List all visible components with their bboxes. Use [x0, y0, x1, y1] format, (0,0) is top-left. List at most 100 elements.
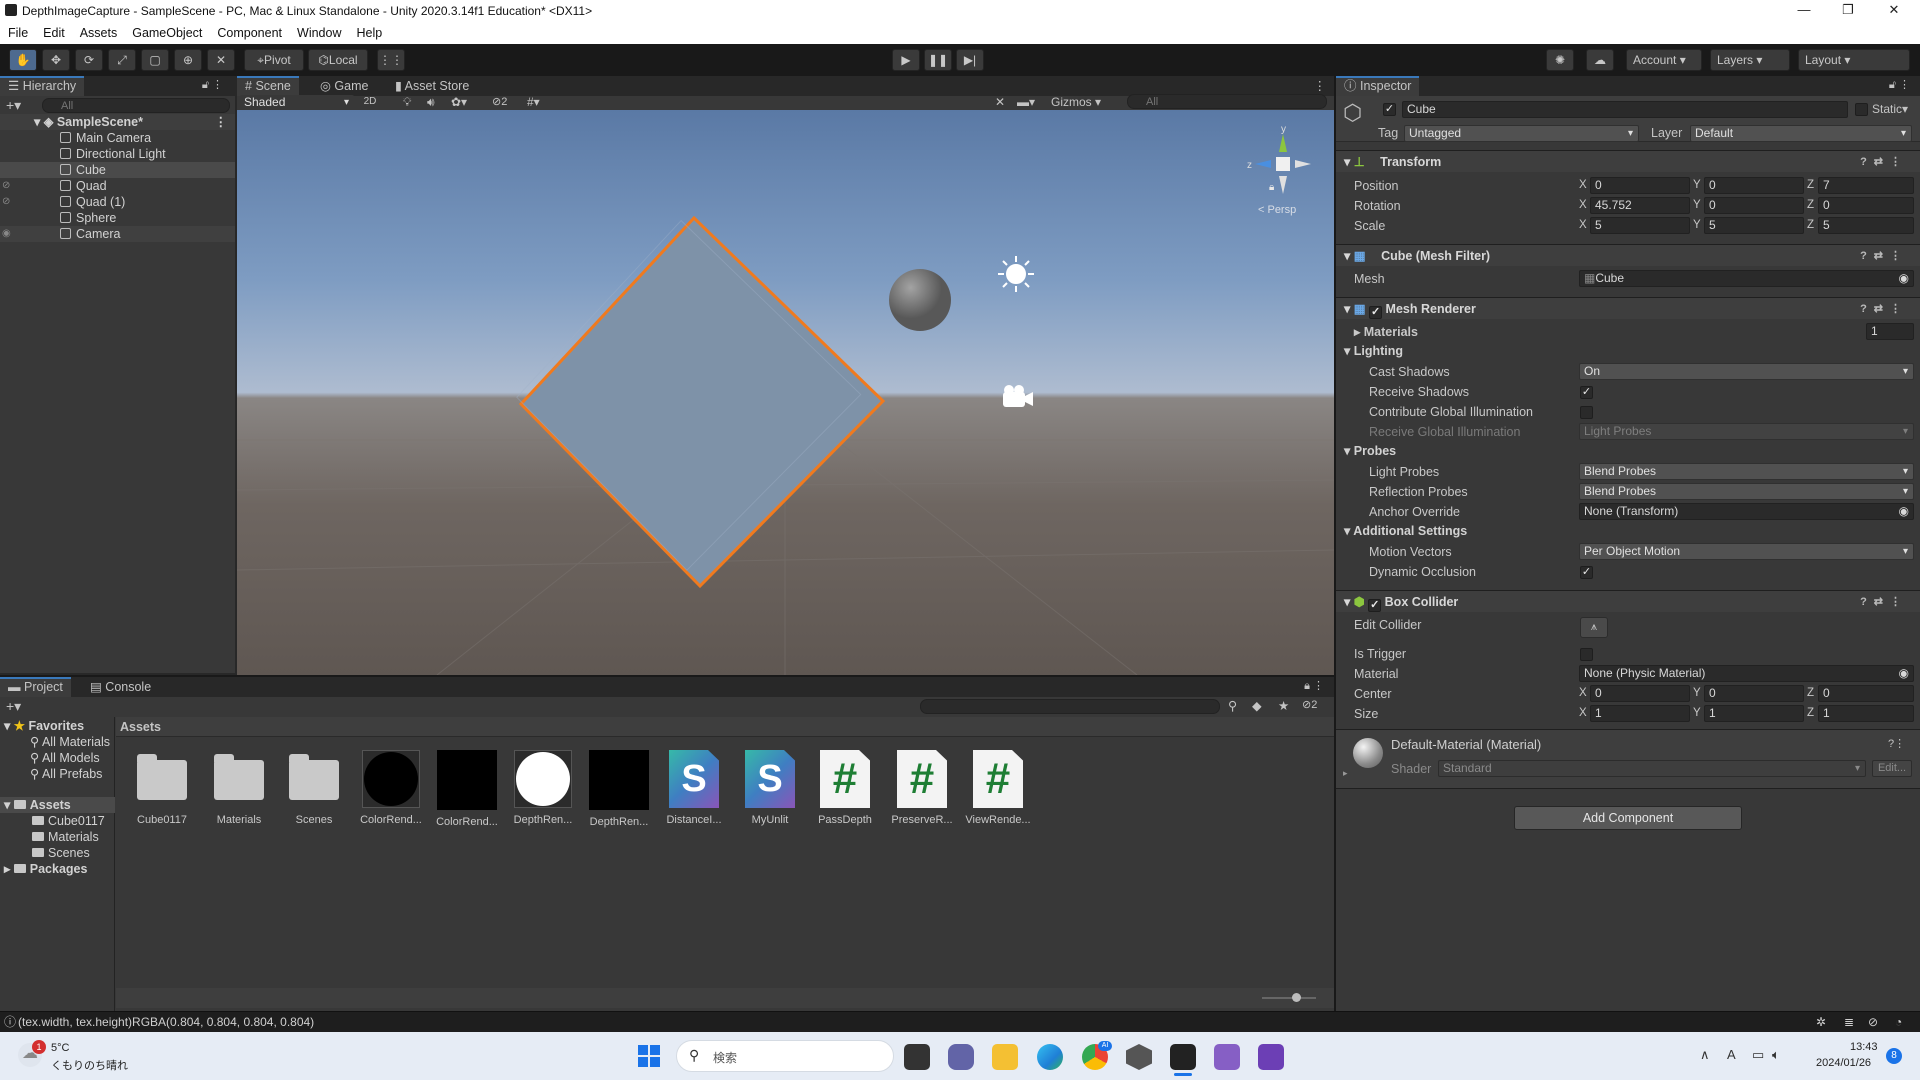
edge-browser-icon[interactable] — [1037, 1044, 1063, 1070]
debug-bug-icon[interactable]: ✲ — [1816, 1012, 1826, 1032]
pivot-toggle[interactable]: ⌖Pivot — [244, 49, 304, 71]
move-tool-icon[interactable]: ✥ — [42, 49, 70, 71]
asset-folder-scenes[interactable]: Scenes — [279, 750, 349, 826]
foldout-arrow-icon[interactable]: ▾ — [1344, 249, 1350, 263]
scene-lock-icon[interactable]: 🔒︎ — [1269, 182, 1274, 193]
asset-viewrende-script[interactable]: # ViewRende... — [963, 750, 1033, 826]
progress-spinner-icon[interactable]: ◔ — [1895, 1012, 1902, 1032]
hand-tool-icon[interactable]: ✋ — [9, 49, 37, 71]
sphere-object[interactable] — [889, 269, 951, 331]
icon-size-slider-thumb[interactable] — [1292, 993, 1301, 1002]
step-button[interactable]: ▶| — [956, 49, 984, 71]
is-trigger-checkbox[interactable] — [1580, 648, 1593, 661]
add-component-button[interactable]: Add Component — [1514, 806, 1742, 830]
inspector-lock-icon[interactable]: 🔓︎ ⋮ — [1889, 78, 1910, 92]
position-y-field[interactable]: 0 — [1704, 177, 1804, 194]
box-collider-header[interactable]: ▾ ⬢ ✓ Box Collider ?⇄⋮ — [1336, 590, 1920, 612]
2d-toggle[interactable]: 2D — [359, 96, 381, 107]
search-by-label-icon[interactable]: ◆ — [1252, 698, 1262, 713]
close-button[interactable]: ✕ — [1872, 0, 1916, 22]
tree-all-models[interactable]: ⚲ All Models — [30, 750, 100, 766]
shader-dropdown[interactable]: Standard — [1438, 760, 1866, 777]
size-z-field[interactable]: 1 — [1818, 705, 1914, 722]
lighting-foldout[interactable]: ▾ Lighting — [1344, 343, 1403, 358]
clock-date[interactable]: 2024/01/26 — [1816, 1057, 1871, 1069]
tree-packages[interactable]: ▸ Packages — [4, 861, 87, 877]
asset-folder-materials[interactable]: Materials — [204, 750, 274, 826]
teams-chat-icon[interactable] — [948, 1044, 974, 1070]
play-button[interactable]: ▶ — [892, 49, 920, 71]
expand-arrow-icon[interactable]: ▾ — [4, 719, 10, 733]
menu-assets[interactable]: Assets — [72, 22, 125, 40]
tools-icon[interactable]: ✕ — [995, 95, 1005, 109]
scale-x-field[interactable]: 5 — [1590, 217, 1690, 234]
object-picker-icon[interactable]: ◉ — [1899, 504, 1909, 519]
asset-colorrend-1[interactable]: ColorRend... — [356, 750, 426, 826]
add-button[interactable]: +▾ — [6, 97, 21, 114]
layers-dropdown[interactable]: Layers ▾ — [1710, 49, 1790, 71]
unity-editor-icon[interactable] — [1170, 1044, 1196, 1070]
clock-time[interactable]: 13:43 — [1850, 1041, 1878, 1053]
center-z-field[interactable]: 0 — [1818, 685, 1914, 702]
hierarchy-item-quad[interactable]: ⊘ Quad — [0, 178, 235, 194]
orientation-gizmo-icon[interactable]: z y — [1247, 124, 1311, 194]
size-x-field[interactable]: 1 — [1590, 705, 1690, 722]
scale-y-field[interactable]: 5 — [1704, 217, 1804, 234]
motion-vectors-dropdown[interactable]: Per Object Motion — [1579, 543, 1914, 560]
asset-colorrend-2[interactable]: ColorRend... — [432, 750, 502, 828]
tab-inspector[interactable]: ⓘ Inspector — [1336, 76, 1420, 96]
hierarchy-item-main-camera[interactable]: Main Camera — [0, 130, 235, 146]
minimize-button[interactable]: — — [1782, 0, 1826, 22]
layer-dropdown[interactable]: Default — [1690, 125, 1912, 142]
dynamic-occlusion-checkbox[interactable]: ✓ — [1580, 566, 1593, 579]
foldout-arrow-icon[interactable]: ▾ — [1344, 155, 1350, 169]
hierarchy-item-cube[interactable]: Cube — [0, 162, 235, 178]
effects-toggle-icon[interactable]: ✿▾ — [451, 95, 467, 109]
hidden-objects-icon[interactable]: ⊘2 — [492, 95, 507, 108]
component-actions-icon[interactable]: ?⇄⋮ — [1860, 151, 1908, 173]
center-y-field[interactable]: 0 — [1704, 685, 1804, 702]
additional-settings-foldout[interactable]: ▾ Additional Settings — [1344, 523, 1467, 538]
scene-search-input[interactable] — [1127, 94, 1327, 109]
object-picker-icon[interactable]: ◉ — [1899, 666, 1909, 681]
hidden-packages-icon[interactable]: ⊘2 — [1302, 698, 1317, 711]
asset-preserver-script[interactable]: # PreserveR... — [887, 750, 957, 826]
hierarchy-item-directional-light[interactable]: Directional Light — [0, 146, 235, 162]
tab-asset-store[interactable]: ▮ Asset Store — [387, 76, 477, 96]
cast-shadows-dropdown[interactable]: On — [1579, 363, 1914, 380]
asset-depthren-1[interactable]: DepthRen... — [508, 750, 578, 826]
visual-studio-icon[interactable] — [1214, 1044, 1240, 1070]
physic-material-field[interactable]: None (Physic Material) ◉ — [1579, 665, 1914, 682]
component-actions-icon[interactable]: ?⇄⋮ — [1860, 298, 1908, 320]
layout-dropdown[interactable]: Layout ▾ — [1798, 49, 1910, 71]
grid-toggle-icon[interactable]: #▾ — [527, 95, 540, 109]
scale-tool-icon[interactable]: ⤢ — [108, 49, 136, 71]
tag-dropdown[interactable]: Untagged — [1404, 125, 1639, 142]
component-actions-icon[interactable]: ?⇄⋮ — [1860, 245, 1908, 267]
taskbar-search-box[interactable]: ⚲ 検索 — [676, 1040, 894, 1072]
contribute-gi-checkbox[interactable] — [1580, 406, 1593, 419]
object-name-field[interactable]: Cube — [1402, 101, 1848, 118]
position-z-field[interactable]: 7 — [1818, 177, 1914, 194]
scene-menu-icon[interactable]: ⋮ — [215, 114, 228, 130]
selected-cube[interactable] — [518, 215, 886, 589]
task-view-icon[interactable] — [904, 1044, 930, 1070]
visibility-icon[interactable]: ◉ — [2, 226, 11, 242]
visual-studio-2-icon[interactable] — [1258, 1044, 1284, 1070]
menu-edit[interactable]: Edit — [35, 22, 72, 40]
favorites-star-icon[interactable]: ★ — [1278, 698, 1289, 713]
expand-arrow-icon[interactable]: ▾ — [4, 798, 10, 812]
mesh-filter-header[interactable]: ▾ ▦ Cube (Mesh Filter) ?⇄⋮ — [1336, 244, 1920, 266]
position-x-field[interactable]: 0 — [1590, 177, 1690, 194]
network-icon[interactable]: ▭ — [1752, 1047, 1764, 1063]
tree-folder-scenes[interactable]: Scenes — [32, 845, 90, 861]
camera-gizmo-icon[interactable] — [1003, 385, 1033, 407]
asset-distancei-shader[interactable]: S DistanceI... — [659, 750, 729, 826]
lock-icon[interactable]: 🔓︎ ⋮ — [202, 78, 223, 92]
anchor-override-field[interactable]: None (Transform) ◉ — [1579, 503, 1914, 520]
weather-desc[interactable]: くもりのち晴れ — [51, 1057, 128, 1073]
reflection-probes-dropdown[interactable]: Blend Probes — [1579, 483, 1914, 500]
scale-z-field[interactable]: 5 — [1818, 217, 1914, 234]
search-by-type-icon[interactable]: ⚲ — [1228, 698, 1237, 713]
icon-size-slider[interactable] — [1262, 997, 1316, 999]
